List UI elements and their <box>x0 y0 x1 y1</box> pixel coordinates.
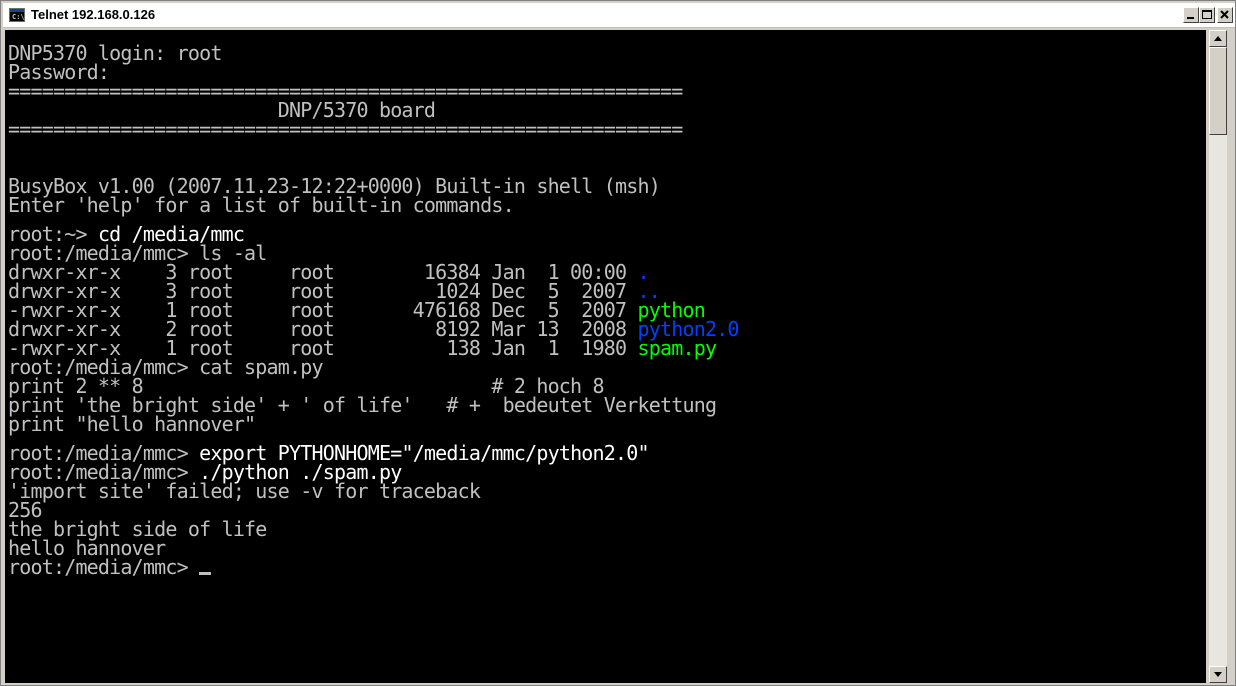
minimize-icon <box>1187 17 1194 19</box>
close-button[interactable] <box>1217 7 1233 23</box>
file-name: spam.py <box>637 336 717 360</box>
terminal-line: the bright side of life <box>8 519 1206 539</box>
line-text: print "hello hannover" <box>8 412 256 436</box>
maximize-button[interactable] <box>1199 7 1215 23</box>
window-title: Telnet 192.168.0.126 <box>31 7 156 22</box>
text-cursor <box>199 572 212 575</box>
line-text: ========================================… <box>8 117 683 141</box>
arrow-up-icon <box>1214 36 1222 41</box>
terminal-line: ========================================… <box>8 117 1206 141</box>
terminal-icon[interactable]: C:\ <box>9 8 25 22</box>
terminal-output[interactable]: DNP5370 login: root Password: ============… <box>5 30 1206 683</box>
terminal-lines: DNP5370 login: root Password: ============… <box>5 30 1206 577</box>
terminal-line: 'import site' failed; use -v for traceba… <box>8 479 1206 503</box>
arrow-down-icon <box>1214 672 1222 677</box>
maximize-icon <box>1202 10 1212 19</box>
terminal-icon-text: C:\ <box>12 13 25 21</box>
terminal-line: Enter 'help' for a list of built-in comm… <box>8 193 1206 217</box>
scroll-up-button[interactable] <box>1209 30 1227 47</box>
scroll-down-button[interactable] <box>1209 666 1227 683</box>
terminal-line: DNP5370 login: root <box>8 43 1206 63</box>
line-text: Enter 'help' for a list of built-in comm… <box>8 193 515 217</box>
terminal-line: print "hello hannover" <box>8 412 1206 436</box>
line-text: root:/media/mmc> <box>8 555 200 579</box>
title-bar[interactable]: C:\ Telnet 192.168.0.126 <box>3 3 1235 28</box>
close-icon <box>1220 10 1229 19</box>
terminal-line: root:/media/mmc> <box>8 555 1206 579</box>
telnet-window: C:\ Telnet 192.168.0.126 DNP5370 login: … <box>0 0 1236 686</box>
vertical-scrollbar[interactable] <box>1209 30 1227 683</box>
line-text: 'import site' failed; use -v for traceba… <box>8 479 481 503</box>
scrollbar-thumb[interactable] <box>1209 47 1227 135</box>
minimize-button[interactable] <box>1183 7 1199 23</box>
